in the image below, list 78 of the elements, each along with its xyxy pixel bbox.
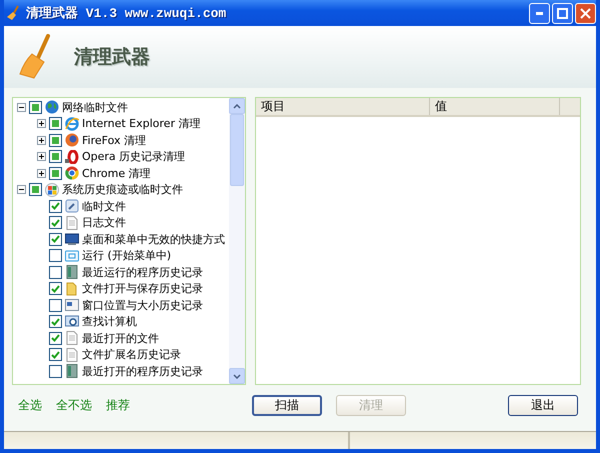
window-icon: [65, 298, 79, 312]
tree-item[interactable]: 查找计算机: [82, 314, 137, 330]
browser-icon: [65, 116, 79, 131]
column-header[interactable]: 值: [430, 98, 560, 115]
minimize-icon: [536, 12, 544, 14]
tree-item[interactable]: 网络临时文件: [62, 100, 128, 115]
document-icon: [65, 331, 79, 346]
minimize-button[interactable]: [529, 2, 550, 24]
checkbox[interactable]: [29, 183, 42, 196]
scroll-thumb[interactable]: [230, 114, 244, 186]
checkbox[interactable]: [49, 315, 62, 328]
action-button[interactable]: 扫描: [252, 394, 322, 416]
browser-icon: [65, 166, 79, 180]
tree-item[interactable]: 文件扩展名历史记录: [82, 347, 181, 362]
expand-toggle[interactable]: [37, 136, 46, 145]
scroll-up-icon: [233, 104, 241, 108]
checkbox[interactable]: [49, 134, 62, 147]
checkbox[interactable]: [49, 117, 62, 130]
tree-item[interactable]: 最近运行的程序历史记录: [82, 264, 203, 280]
checkbox[interactable]: [49, 166, 62, 180]
checkbox[interactable]: [49, 348, 62, 362]
tree-item[interactable]: Opera 历史记录清理: [82, 149, 186, 164]
tree-item[interactable]: 运行 (开始菜单中): [82, 248, 172, 264]
windows-icon: [45, 182, 59, 197]
app-title: 清理武器: [74, 45, 150, 70]
checkbox[interactable]: [49, 282, 62, 296]
select-link[interactable]: 全选: [18, 396, 42, 414]
scroll-down-button[interactable]: [229, 368, 245, 384]
expand-toggle[interactable]: [37, 168, 46, 178]
run-icon: [65, 248, 79, 263]
checkbox[interactable]: [49, 332, 62, 345]
tree-item[interactable]: 最近打开的文件: [82, 330, 159, 346]
checkbox[interactable]: [49, 266, 62, 279]
select-link[interactable]: 推荐: [106, 396, 130, 414]
checkbox[interactable]: [49, 200, 62, 213]
tree-item[interactable]: 系统历史痕迹或临时文件: [62, 182, 183, 198]
document-icon: [65, 348, 79, 362]
checkbox[interactable]: [49, 249, 62, 262]
tree-item[interactable]: 文件打开与保存历史记录: [82, 281, 203, 296]
tree-item[interactable]: 临时文件: [82, 198, 126, 214]
monitor-icon: [65, 232, 79, 246]
document-icon: [65, 216, 79, 230]
column-header[interactable]: 项目: [256, 98, 430, 115]
checkbox[interactable]: [49, 216, 62, 230]
window-title: 清理武器 V1.3 www.zwuqi.com: [26, 5, 226, 22]
scroll-up-button[interactable]: [229, 98, 245, 114]
search-icon: [65, 314, 79, 329]
tree-item[interactable]: Chrome 清理: [82, 166, 151, 181]
checkbox[interactable]: [49, 364, 62, 378]
collapse-toggle[interactable]: [17, 102, 26, 112]
collapse-toggle[interactable]: [17, 185, 26, 194]
select-link[interactable]: 全不选: [56, 396, 92, 414]
tree-item[interactable]: FireFox 清理: [82, 132, 146, 148]
tree-item[interactable]: 窗口位置与大小历史记录: [82, 298, 203, 313]
checkbox[interactable]: [29, 100, 42, 114]
expand-toggle[interactable]: [37, 119, 46, 128]
maximize-icon: [557, 8, 568, 18]
scroll-down-icon: [233, 374, 241, 378]
folder-icon: [65, 282, 79, 296]
tree-item[interactable]: Internet Explorer 清理: [82, 116, 200, 132]
expand-toggle[interactable]: [37, 152, 46, 162]
checkbox[interactable]: [49, 232, 62, 246]
tree-item[interactable]: 最近打开的程序历史记录: [82, 364, 203, 379]
close-icon: [580, 8, 591, 18]
program-icon: [65, 364, 79, 378]
tree-item[interactable]: 日志文件: [82, 215, 126, 230]
checkbox[interactable]: [49, 298, 62, 312]
tree-item[interactable]: 桌面和菜单中无效的快捷方式: [82, 232, 225, 247]
checkbox[interactable]: [49, 150, 62, 164]
scrollbar[interactable]: [229, 98, 245, 384]
close-button[interactable]: [575, 2, 596, 24]
globe-icon: [45, 100, 59, 114]
browser-icon: [65, 133, 79, 148]
browser-icon: [65, 150, 79, 164]
program-icon: [65, 265, 79, 280]
action-button[interactable]: 退出: [508, 394, 578, 416]
maximize-button[interactable]: [552, 2, 573, 24]
tool-icon: [65, 199, 79, 214]
